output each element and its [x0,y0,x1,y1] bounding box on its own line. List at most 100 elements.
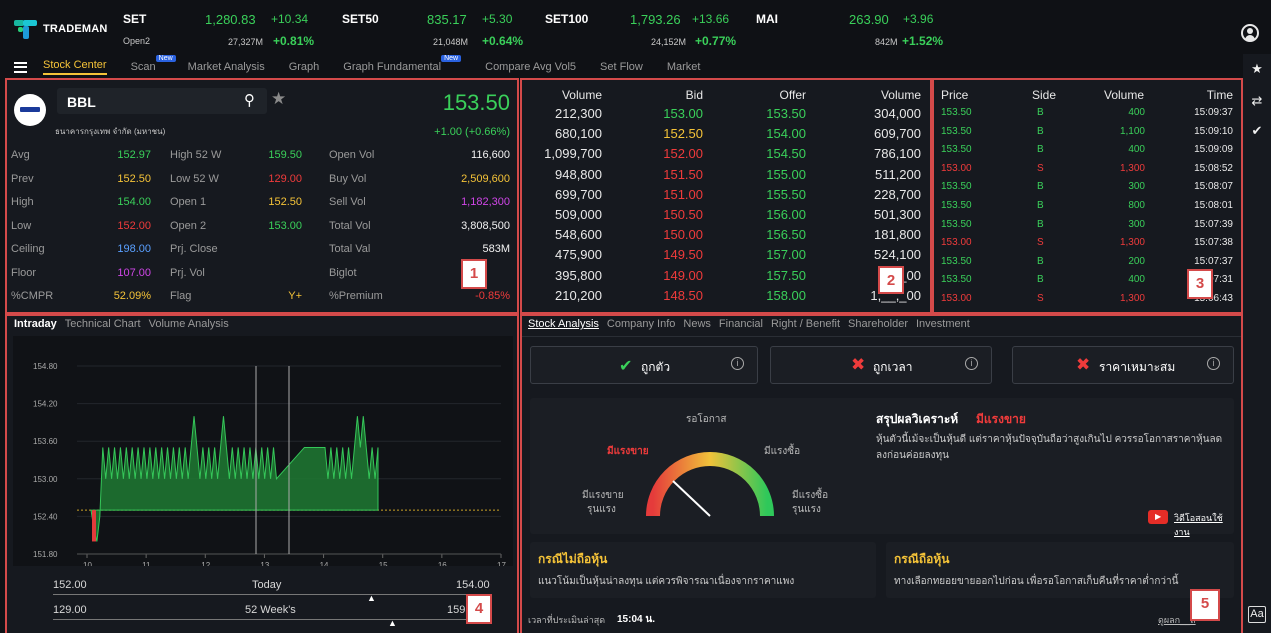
bid-volume: 210,200 [555,287,602,303]
holding-card: กรณีถือหุ้น ทางเลือกทยอยขายออกไปก่อน เพื… [886,542,1234,598]
index-percent: +0.64% [482,34,524,48]
nav-set-flow[interactable]: Set Flow [600,61,643,73]
stat-label: Prev [11,172,34,185]
stat-label: Buy Vol [329,172,367,185]
tab-company-info[interactable]: Company Info [607,318,675,336]
tab-technical-chart[interactable]: Technical Chart [65,318,141,336]
font-size-icon[interactable]: Aa [1248,606,1266,623]
stat-label: Flag [170,290,192,302]
offer-volume: 228,700 [874,186,921,202]
tab-investment[interactable]: Investment [916,318,970,336]
correct-time-button[interactable]: ✖ ถูกเวลา i [770,346,992,384]
stat-value: 152.50 [117,172,151,185]
info-icon[interactable]: i [731,357,744,370]
price-area [90,416,379,542]
holding-title: กรณีถือหุ้น [894,552,950,566]
youtube-icon[interactable]: ▶ [1148,510,1168,524]
logo[interactable]: TRADEMAN [14,18,108,40]
bid-volume: 1,099,700 [544,146,602,162]
index-name: SET [123,12,147,26]
nav-scan[interactable]: Scan New [131,55,176,73]
gauge-label-strong: รุนแรง [587,504,616,515]
offer-volume: 511,200 [874,166,921,182]
index-set100[interactable]: SET100 1,793.26 +13.66 24,152M +0.77% [545,12,745,50]
index-mai[interactable]: MAI 263.90 +3.96 842M +1.52% [756,12,956,50]
offer-price: 157.00 [766,247,806,263]
stat-value: 152.00 [117,219,151,232]
search-icon[interactable]: ⚲ [244,91,255,109]
tick-volume: 400 [1128,274,1145,286]
index-name: SET100 [545,12,589,26]
nav-graph-fundamental[interactable]: Graph Fundamental New [343,55,462,73]
info-icon[interactable]: i [1207,357,1220,370]
today-low: 152.00 [53,579,87,591]
stat-value: 3,808,500 [461,219,510,232]
bid-volume: 509,000 [555,207,602,222]
bid-price: 149.50 [663,247,703,263]
week52-low: 129.00 [53,604,87,616]
stat-label: Open Vol [329,149,375,161]
tick-time: 15:09:10 [1194,125,1233,137]
menu-icon[interactable] [14,61,27,73]
video-tutorial-link[interactable]: วิดีโอสอนใช้งาน [1174,511,1234,539]
bid-volume: 548,600 [555,227,602,243]
tab-stock-analysis[interactable]: Stock Analysis [528,318,599,336]
tab-news[interactable]: News [683,318,711,336]
tab-volume-analysis[interactable]: Volume Analysis [149,318,229,336]
marker-5: 5 [1190,589,1220,621]
x-tick-label: 12 [201,561,210,566]
tab-intraday[interactable]: Intraday [14,318,57,336]
offer-price: 155.50 [766,186,806,202]
index-set[interactable]: SET Open2 1,280.83 +10.34 27,327M +0.81% [123,12,323,50]
nav-compare-avg-vol5[interactable]: Compare Avg Vol5 [485,61,576,73]
not-holding-text: แนวโน้มเป็นหุ้นน่าลงทุน แต่ควรพิจารณาเนื… [538,576,795,587]
star-icon[interactable]: ★ [1248,60,1266,78]
tick-time: 15:09:09 [1194,144,1233,156]
stat-label: High [11,196,34,208]
info-icon[interactable]: i [965,357,978,370]
tick-volume: 400 [1128,144,1145,156]
check-icon[interactable]: ✔ [1248,122,1266,140]
col-price: Price [941,88,969,102]
stat-label: Sell Vol [329,196,366,208]
index-value: 835.17 [427,12,467,27]
fair-price-button[interactable]: ✖ ราคาเหมาะสม i [1012,346,1234,384]
tick-price: 153.50 [941,200,972,211]
bid-price: 150.50 [663,207,703,222]
x-tick-label: 17 [497,561,506,566]
bid-price: 153.00 [663,106,703,121]
swap-icon[interactable]: ⇄ [1248,92,1266,110]
correct-stock-button[interactable]: ✔ ถูกตัว i [530,346,758,384]
index-percent: +0.81% [273,34,315,48]
index-set50[interactable]: SET50 835.17 +5.30 21,048M +0.64% [342,12,532,50]
nav-market[interactable]: Market [667,61,701,73]
marker-1: 1 [461,259,487,289]
user-account-icon[interactable] [1241,24,1259,42]
tick-price: 153.50 [941,144,972,156]
tick-price: 153.50 [941,255,972,267]
tab-shareholder[interactable]: Shareholder [848,318,908,336]
main-nav: Stock Center Scan New Market Analysis Gra… [0,55,1242,78]
company-logo [14,94,46,126]
symbol-search-field[interactable]: BBL ⚲ [57,88,267,114]
tick-time: 15:08:01 [1194,200,1233,211]
top-bar: TRADEMAN SET Open2 1,280.83 +10.34 27,32… [0,0,1271,54]
tab-right-benefit[interactable]: Right / Benefit [771,318,840,336]
nav-graph[interactable]: Graph [289,61,320,73]
tab-financial[interactable]: Financial [719,318,763,336]
stat-value: 129.00 [268,172,302,185]
nav-stock-center[interactable]: Stock Center [43,59,107,75]
offer-volume: 501,300 [874,207,921,222]
company-name: ธนาคารกรุงเทพ จำกัด (มหาชน) [55,127,166,136]
intraday-chart-area: 154.80 154.20 153.60 153.00 152.40 151.80 10 11… [13,336,513,570]
gauge-label-strong-buy: มีแรงซื้อ [792,490,829,501]
marker-2: 2 [878,266,904,294]
new-badge: New [155,55,176,62]
cross-icon: ✖ [851,355,866,374]
favorite-star-icon[interactable]: ★ [271,89,286,109]
nav-market-analysis[interactable]: Market Analysis [188,61,265,73]
price-change: +1.00 (+0.66%) [434,126,510,138]
week52-label: 52 Week's [245,604,296,616]
tick-side: S [1037,293,1044,304]
stat-value: 107.00 [117,266,151,279]
